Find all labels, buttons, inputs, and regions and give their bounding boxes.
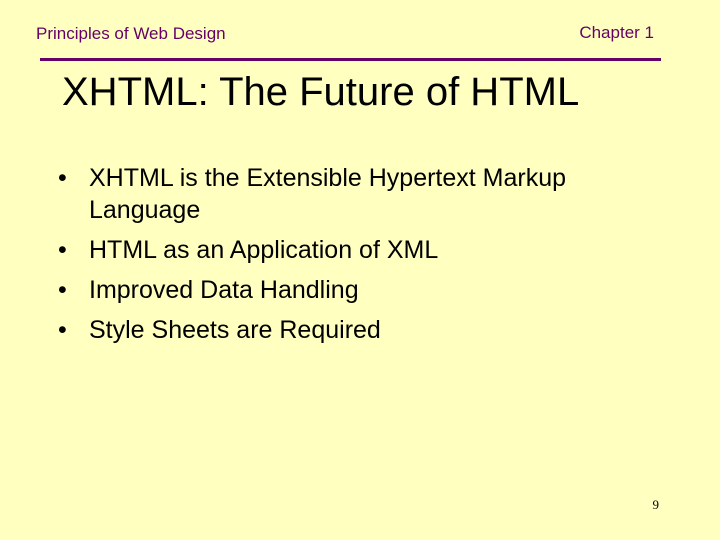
- bullet-text: Improved Data Handling: [89, 276, 359, 304]
- bullet-item: • Improved Data Handling: [58, 274, 678, 306]
- header-divider: [40, 58, 661, 61]
- bullet-text: XHTML is the Extensible Hypertext Markup…: [89, 164, 567, 224]
- bullet-item: • XHTML is the Extensible Hypertext Mark…: [58, 162, 678, 226]
- bullet-text: Style Sheets are Required: [89, 316, 381, 344]
- bullet-item: • Style Sheets are Required: [58, 314, 678, 346]
- bullet-item: • HTML as an Application of XML: [58, 234, 678, 266]
- course-title: Principles of Web Design: [36, 24, 226, 43]
- slide-title: XHTML: The Future of HTML: [62, 70, 580, 114]
- bullet-text: HTML as an Application of XML: [89, 236, 439, 264]
- bullet-list: • XHTML is the Extensible Hypertext Mark…: [58, 162, 678, 354]
- bullet-icon: •: [58, 164, 67, 192]
- bullet-icon: •: [58, 236, 67, 264]
- page-number: 9: [652, 497, 660, 512]
- bullet-icon: •: [58, 276, 67, 304]
- slide: Principles of Web Design Chapter 1 XHTML…: [0, 0, 720, 540]
- bullet-icon: •: [58, 316, 67, 344]
- chapter-label: Chapter 1: [579, 23, 654, 42]
